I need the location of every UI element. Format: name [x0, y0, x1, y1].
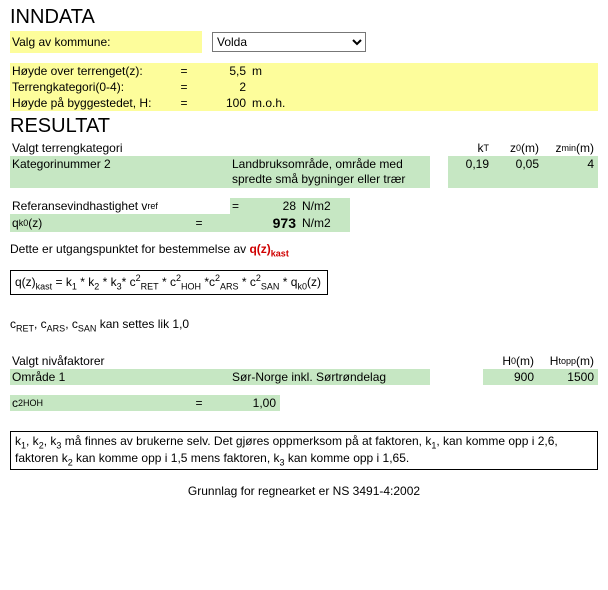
c-note: cRET, cARS, cSAN kan settes lik 1,0	[10, 317, 598, 333]
zmin-header: zmin(m)	[543, 140, 598, 156]
vref-unit: N/m2	[300, 198, 350, 214]
terrengkat-label: Terrengkategori(0-4):	[10, 79, 170, 95]
zmin-value: 4	[543, 156, 598, 188]
eq-sign: =	[170, 63, 200, 79]
omrade-label: Område 1	[10, 369, 230, 385]
h0-value: 900	[483, 369, 538, 385]
eq-sign: =	[170, 395, 230, 411]
hoyde-z-value: 5,5	[200, 63, 250, 79]
hoyde-z-label: Høyde over terrenget(z):	[10, 63, 170, 79]
vref-label: Referansevindhastighet vref	[10, 198, 230, 214]
utgangspunkt-text: Dette er utgangspunktet for bestemmelse …	[10, 242, 598, 258]
footer-text: Grunnlag for regnearket er NS 3491-4:200…	[10, 484, 598, 498]
kategorinummer-desc: Landbruksområde, område med spredte små …	[230, 156, 430, 188]
z0-value: 0,05	[493, 156, 543, 188]
qk0-unit: N/m2	[300, 214, 350, 232]
hoyde-bygg-label: Høyde på byggestedet, H:	[10, 95, 170, 111]
kategorinummer-label: Kategorinummer 2	[10, 156, 230, 188]
qk0-label: qk0(z)	[10, 214, 170, 232]
k-note: k1, k2, k3 må finnes av brukerne selv. D…	[10, 431, 598, 470]
vref-value: 28	[248, 198, 300, 214]
omrade-value: Sør-Norge inkl. Sørtrøndelag	[230, 369, 430, 385]
z0-header: z0(m)	[493, 140, 543, 156]
eq-sign: =	[170, 214, 230, 232]
nivafaktor-label: Valgt nivåfaktorer	[10, 353, 230, 369]
valg-kommune-label: Valg av kommune:	[10, 31, 202, 53]
eq-sign: =	[170, 79, 200, 95]
eq-sign: =	[170, 95, 200, 111]
terrengkat-value: 2	[200, 79, 250, 95]
eq-sign: =	[230, 198, 248, 214]
qk0-value: 973	[230, 214, 300, 232]
kt-header: kT	[448, 140, 493, 156]
inndata-title: INNDATA	[10, 6, 598, 29]
htopp-value: 1500	[538, 369, 598, 385]
valgt-terreng-label: Valgt terrengkategori	[10, 140, 230, 156]
c2hoh-label: c2HOH	[10, 395, 170, 411]
formula-qz-kast: q(z)kast = k1 * k2 * k3* c2RET * c2HOH *…	[10, 270, 328, 294]
kommune-select[interactable]: Volda	[212, 32, 366, 52]
c2hoh-value: 1,00	[230, 395, 280, 411]
hoyde-bygg-value: 100	[200, 95, 250, 111]
hoyde-z-unit: m	[250, 63, 300, 79]
resultat-title: RESULTAT	[10, 115, 598, 138]
htopp-header: Htopp(m)	[538, 353, 598, 369]
kt-value: 0,19	[448, 156, 493, 188]
hoyde-bygg-unit: m.o.h.	[250, 95, 300, 111]
h0-header: H0(m)	[483, 353, 538, 369]
